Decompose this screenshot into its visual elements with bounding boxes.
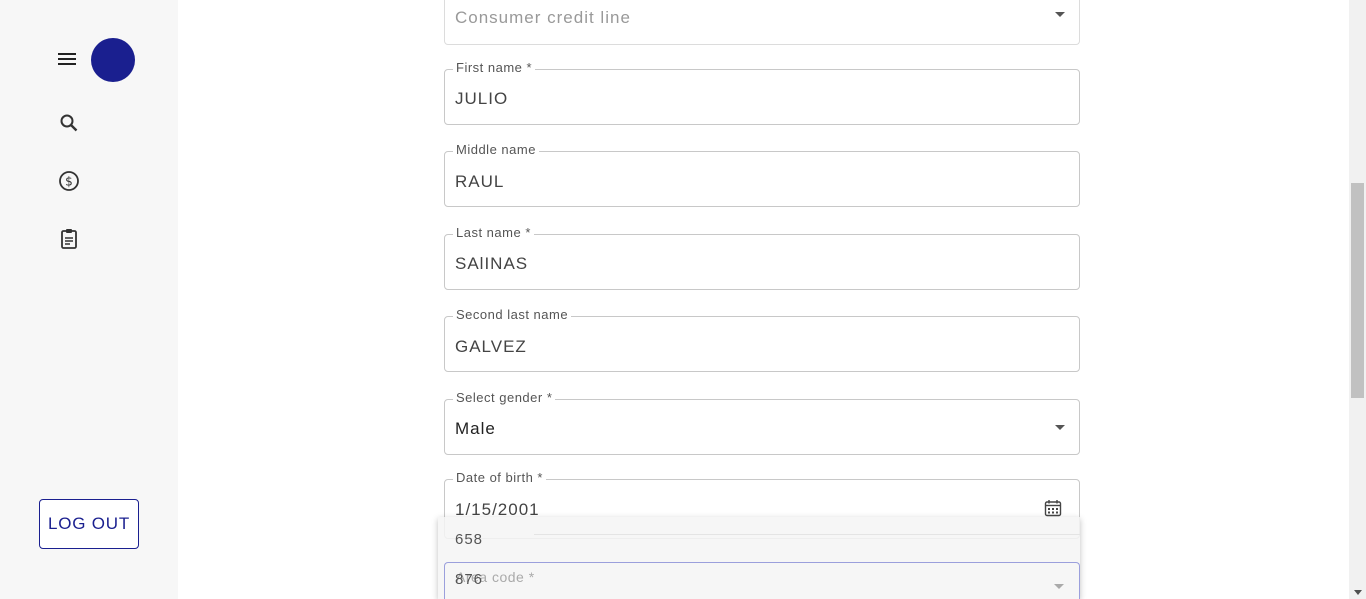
chevron-down-icon (1054, 584, 1064, 589)
avatar[interactable] (91, 38, 135, 82)
credit-line-select[interactable]: Consumer credit line (444, 0, 1080, 45)
logout-button[interactable]: LOG OUT (39, 499, 139, 549)
scrollbar[interactable] (1349, 0, 1366, 599)
second-last-name-value: GALVEZ (455, 337, 527, 356)
scroll-down-icon[interactable] (1354, 590, 1362, 595)
second-last-name-field[interactable]: Second last name GALVEZ (444, 307, 1080, 372)
search-icon[interactable] (57, 111, 81, 135)
area-code-field[interactable] (444, 562, 1080, 599)
gender-value: Male (455, 419, 496, 438)
chevron-down-icon (1055, 425, 1065, 430)
chevron-down-icon (1055, 12, 1065, 17)
calendar-icon[interactable] (1044, 499, 1062, 517)
scrollbar-thumb[interactable] (1351, 183, 1364, 398)
gender-select[interactable]: Select gender * Male (444, 390, 1080, 455)
dropdown-divider (534, 534, 1080, 535)
menu-icon[interactable] (55, 47, 79, 71)
dropdown-option[interactable]: 876 (455, 571, 483, 588)
second-last-name-label: Second last name (453, 307, 572, 322)
first-name-value: JULIO (455, 89, 509, 108)
dob-label: Date of birth * (453, 470, 546, 485)
middle-name-value: RAUL (455, 172, 505, 191)
svg-text:$: $ (65, 175, 73, 189)
area-code-dropdown[interactable]: Area code * 658 876 (438, 517, 1080, 599)
sidebar: $ LOG OUT (0, 0, 178, 599)
last-name-value: SAlINAS (455, 254, 529, 273)
dropdown-option[interactable]: 658 (455, 531, 483, 548)
dollar-icon[interactable]: $ (57, 169, 81, 193)
gender-label: Select gender * (453, 390, 556, 405)
middle-name-label: Middle name (453, 142, 539, 157)
first-name-label: First name * (453, 60, 536, 75)
credit-line-value: Consumer credit line (455, 8, 631, 27)
clipboard-icon[interactable] (57, 227, 81, 251)
last-name-label: Last name * (453, 225, 534, 240)
middle-name-field[interactable]: Middle name RAUL (444, 142, 1080, 207)
first-name-field[interactable]: First name * JULIO (444, 60, 1080, 125)
last-name-field[interactable]: Last name * SAlINAS (444, 225, 1080, 290)
